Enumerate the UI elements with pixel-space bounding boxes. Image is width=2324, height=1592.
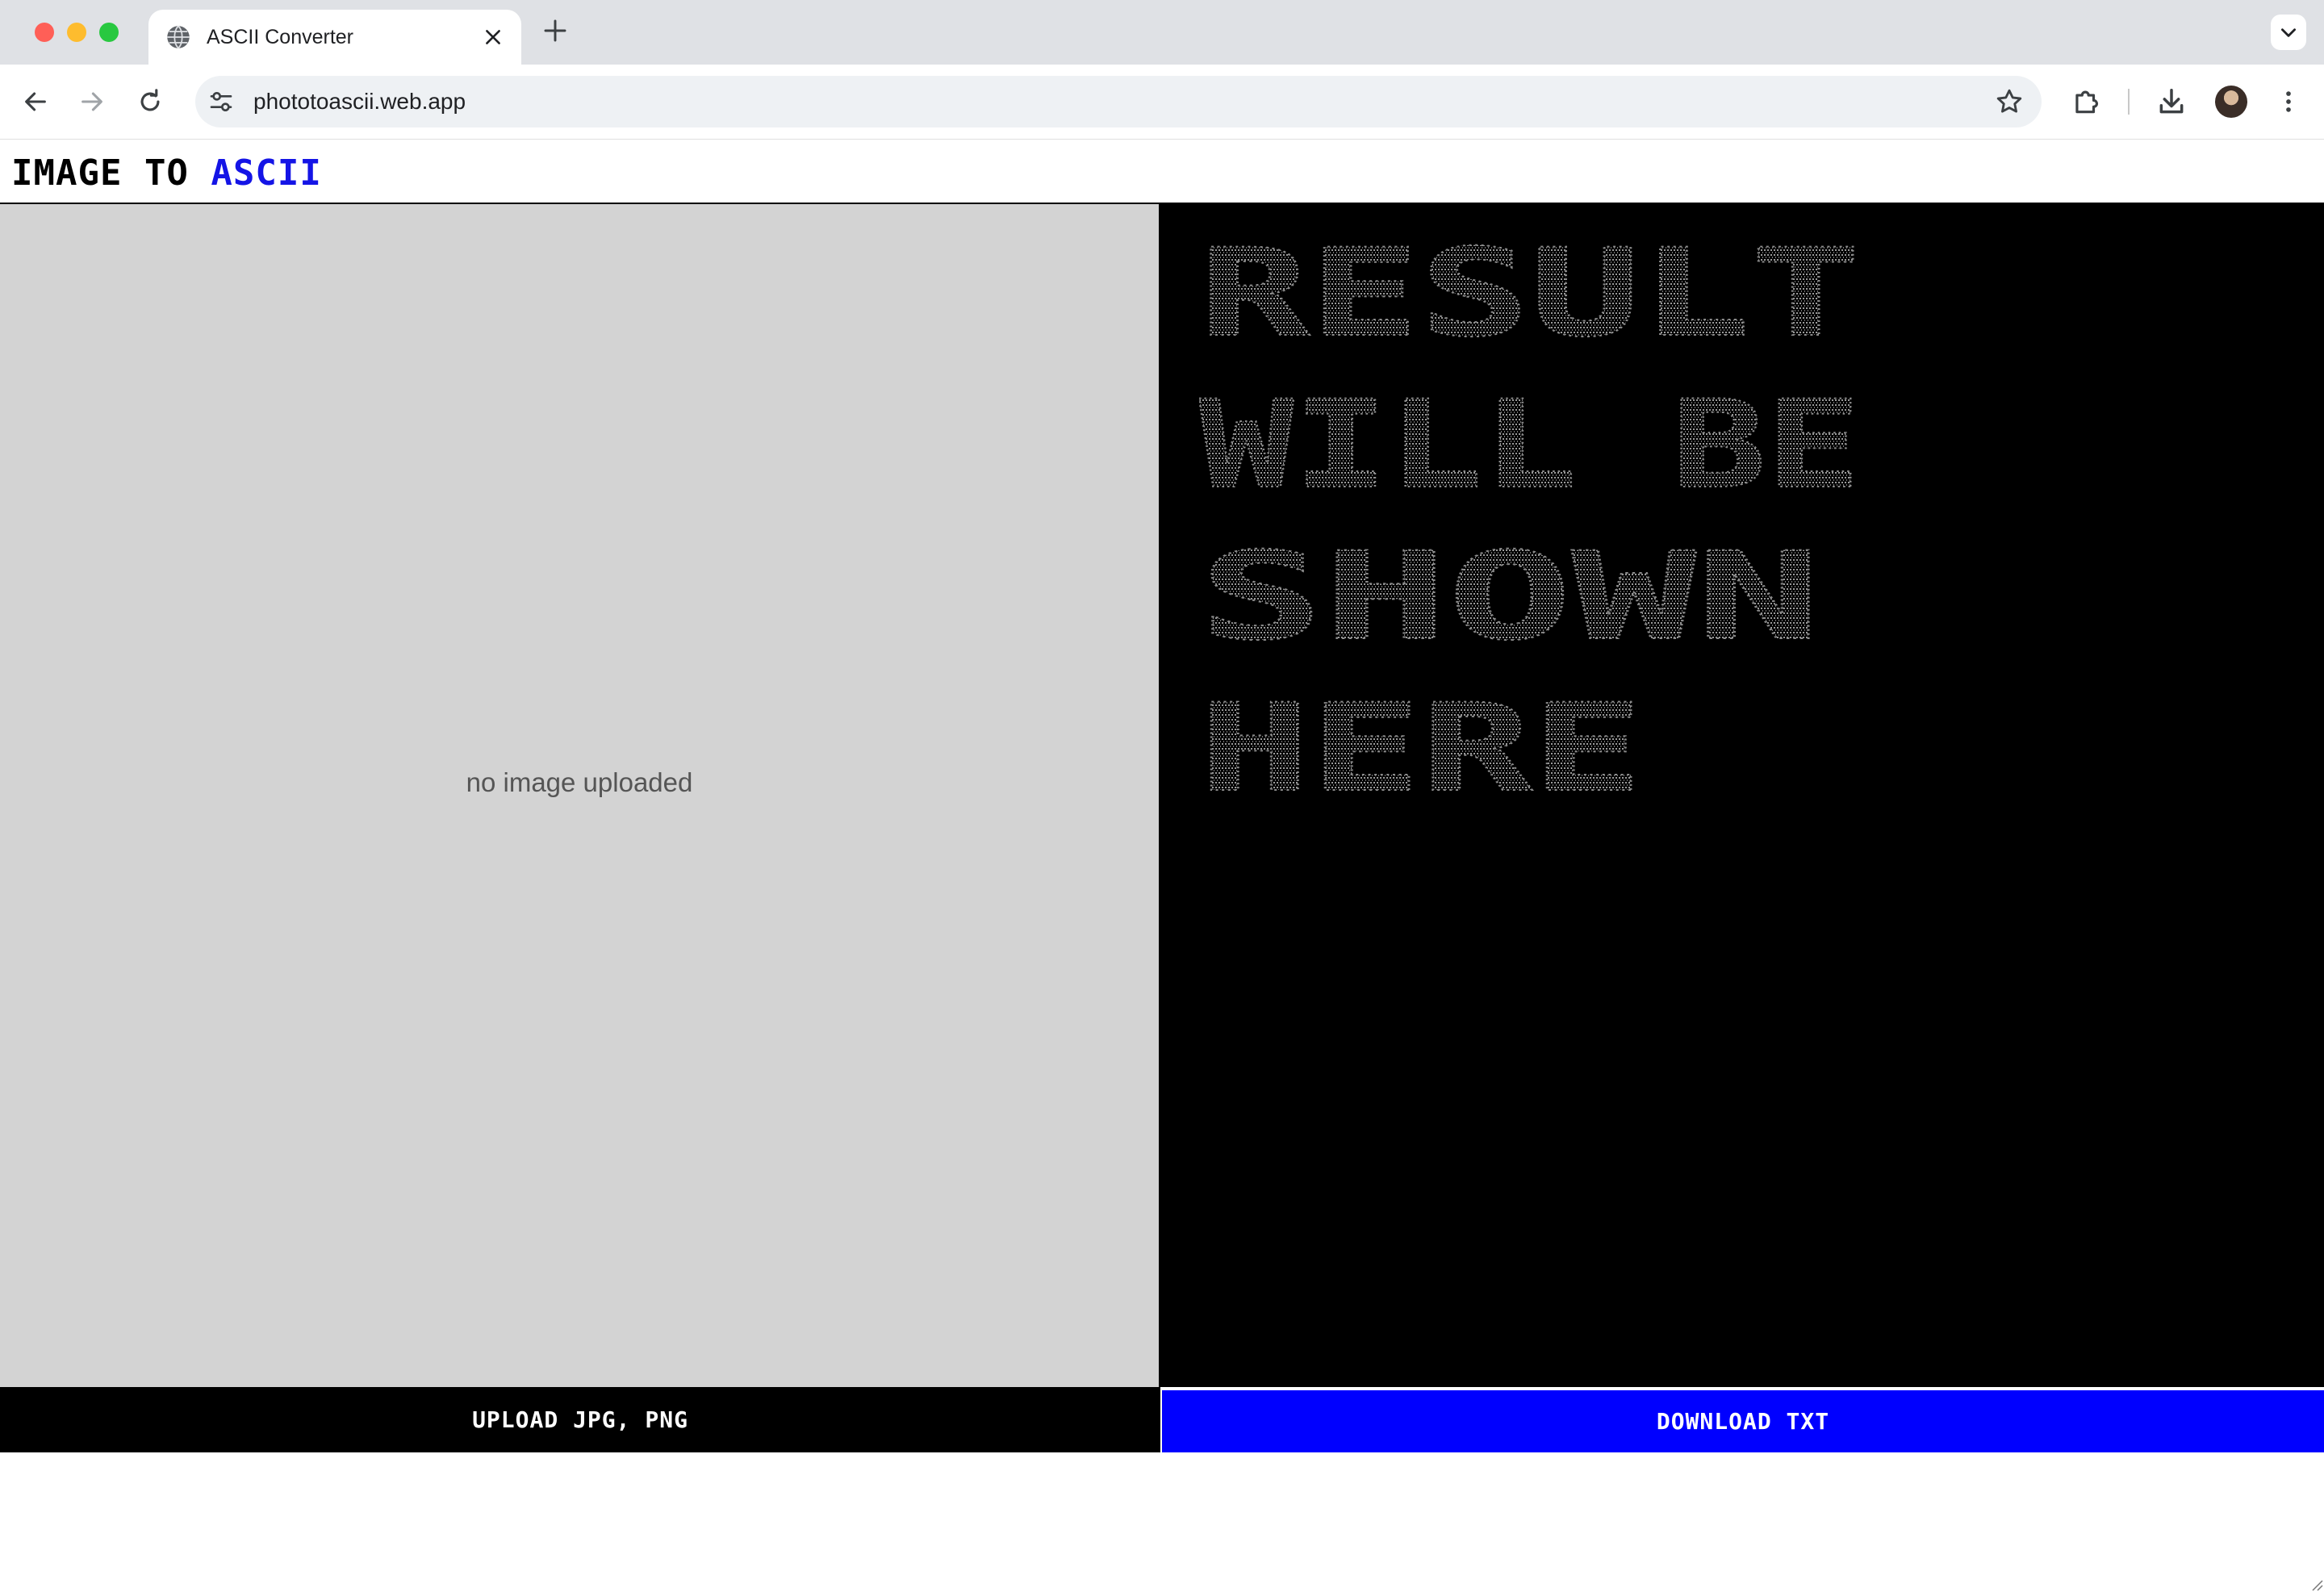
star-icon[interactable] bbox=[1995, 87, 2024, 116]
reload-button[interactable] bbox=[132, 84, 168, 119]
avatar[interactable] bbox=[2215, 86, 2247, 118]
forward-button[interactable] bbox=[74, 84, 110, 119]
plus-icon[interactable] bbox=[542, 18, 568, 44]
tab-title: ASCII Converter bbox=[207, 25, 354, 48]
ascii-line: HERE bbox=[1199, 679, 1643, 819]
download-txt-button[interactable]: DOWNLOAD TXT bbox=[1162, 1390, 2324, 1452]
arrow-right-icon bbox=[82, 92, 102, 111]
extensions-button[interactable] bbox=[2068, 84, 2104, 119]
address-bar[interactable]: phototoascii.web.app bbox=[195, 76, 2042, 127]
reload-icon bbox=[140, 89, 160, 111]
url-text[interactable]: phototoascii.web.app bbox=[253, 76, 466, 127]
ascii-art-output: RESULT WILL BE SHOWN HERE bbox=[1199, 223, 1862, 820]
toolbar-separator bbox=[2128, 89, 2130, 115]
download-icon bbox=[2159, 89, 2184, 114]
kebab-menu-icon bbox=[2286, 91, 2291, 112]
title-accent: ASCII bbox=[211, 153, 322, 194]
resize-grip-icon[interactable] bbox=[2308, 1576, 2324, 1592]
no-image-placeholder: no image uploaded bbox=[466, 767, 693, 797]
close-icon[interactable] bbox=[483, 27, 504, 48]
back-button[interactable] bbox=[18, 84, 53, 119]
ascii-line: WILL BE bbox=[1199, 375, 1861, 516]
fullscreen-window-button[interactable] bbox=[99, 23, 119, 42]
arrow-left-icon bbox=[25, 92, 46, 111]
downloads-button[interactable] bbox=[2154, 84, 2189, 119]
image-preview-panel: no image uploaded bbox=[0, 204, 1159, 1387]
browser-menu-button[interactable] bbox=[2271, 84, 2306, 119]
app-header: IMAGE TO ASCII bbox=[0, 140, 2324, 204]
minimize-window-button[interactable] bbox=[67, 23, 86, 42]
page-title: IMAGE TO ASCII bbox=[11, 153, 322, 194]
close-window-button[interactable] bbox=[35, 23, 54, 42]
ascii-output-panel: RESULT WILL BE SHOWN HERE bbox=[1159, 204, 2324, 1591]
tab-strip: ASCII Converter bbox=[0, 0, 2324, 65]
browser-tab[interactable]: ASCII Converter bbox=[148, 10, 521, 65]
globe-icon bbox=[167, 25, 190, 49]
ascii-line: SHOWN bbox=[1199, 527, 1820, 667]
title-prefix: IMAGE TO bbox=[11, 153, 211, 194]
upload-button[interactable]: UPLOAD JPG, PNG bbox=[0, 1387, 1160, 1452]
ascii-line: RESULT bbox=[1199, 224, 1861, 364]
chevron-down-icon bbox=[2281, 28, 2296, 37]
tab-search-button[interactable] bbox=[2271, 15, 2306, 50]
tune-icon[interactable] bbox=[208, 89, 234, 115]
puzzle-icon bbox=[2075, 90, 2099, 114]
